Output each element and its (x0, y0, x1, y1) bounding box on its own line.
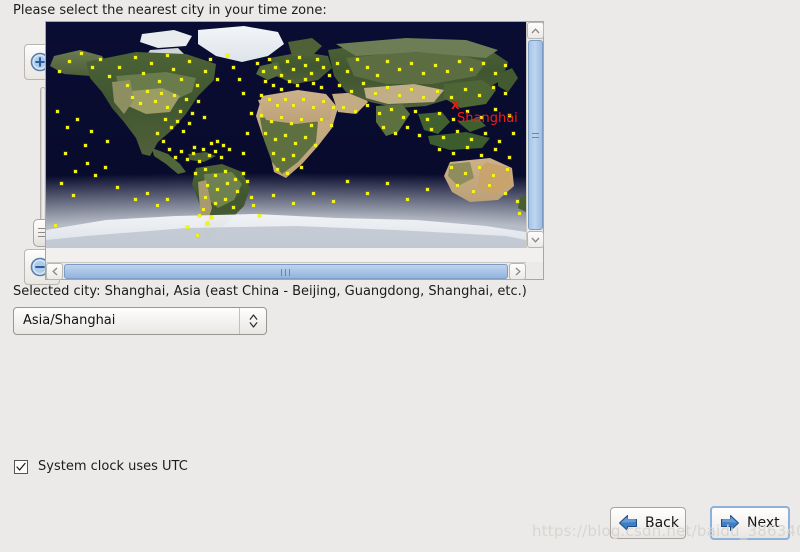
scroll-left-button[interactable] (46, 263, 63, 280)
chevron-left-icon (51, 267, 58, 276)
selected-city-marker-x: X (451, 99, 460, 112)
chevron-right-icon (515, 267, 521, 276)
scroll-down-button[interactable] (527, 231, 544, 248)
utc-checkbox[interactable] (14, 459, 28, 474)
back-button-label: Back (645, 515, 679, 531)
arrow-right-icon (720, 514, 740, 532)
next-button[interactable]: Next (710, 506, 790, 540)
world-map-image[interactable]: X Shanghai (46, 22, 526, 248)
scrollbar-corner (526, 262, 543, 279)
utc-checkbox-label: System clock uses UTC (38, 459, 188, 474)
map-vertical-scrollbar[interactable] (526, 22, 544, 248)
chevron-up-icon (531, 27, 540, 34)
page-title: Please select the nearest city in your t… (13, 3, 327, 18)
utc-checkbox-row[interactable]: System clock uses UTC (14, 459, 188, 474)
scroll-right-button[interactable] (509, 263, 526, 280)
chevron-down-icon (531, 237, 540, 243)
map-horizontal-scrollbar[interactable] (46, 262, 526, 280)
map-frame: X Shanghai (45, 21, 544, 280)
next-button-label: Next (747, 515, 780, 531)
timezone-select-value: Asia/Shanghai (23, 313, 116, 328)
timezone-select[interactable]: Asia/Shanghai (13, 307, 267, 335)
arrow-left-icon (618, 514, 638, 532)
scroll-thumb-vertical[interactable] (528, 40, 543, 230)
scroll-up-button[interactable] (527, 22, 544, 39)
map-viewport[interactable]: X Shanghai (46, 22, 526, 248)
scroll-thumb-horizontal[interactable] (64, 264, 508, 279)
selected-city-marker-label: Shanghai (457, 111, 518, 126)
selected-city-description: Selected city: Shanghai, Asia (east Chin… (13, 284, 527, 299)
back-button[interactable]: Back (610, 507, 686, 539)
stepper-up-down-icon[interactable] (239, 308, 266, 334)
timezone-map-widget: X Shanghai (12, 21, 544, 285)
